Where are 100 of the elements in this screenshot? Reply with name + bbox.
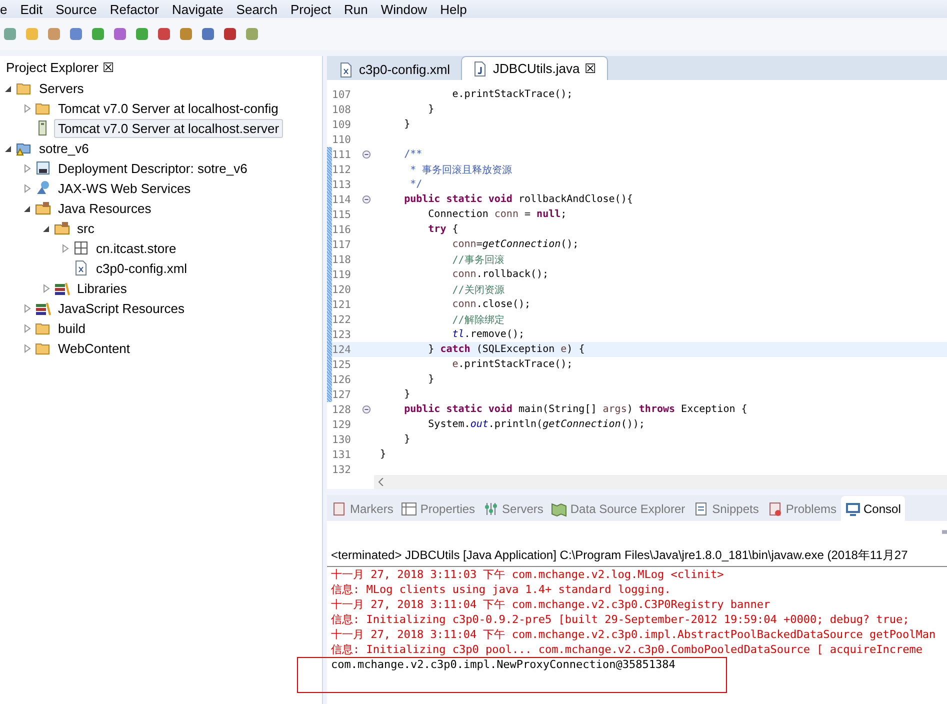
code-line: }	[403, 119, 410, 130]
code-line: tl.remove();	[451, 329, 525, 340]
expanded-arrow-icon[interactable]	[4, 144, 13, 152]
toolbar-tool-icon[interactable]	[134, 26, 150, 42]
menu-item[interactable]: Navigate	[164, 2, 230, 16]
problems-icon	[766, 500, 783, 516]
toolbar-tool-icon[interactable]	[244, 26, 260, 42]
horizontal-scrollbar[interactable]	[374, 475, 947, 489]
tab-label[interactable]: Consol	[864, 502, 901, 516]
tab-label[interactable]: Properties	[420, 502, 476, 516]
toolbar-tool-icon[interactable]	[200, 26, 216, 42]
line-number: 132	[332, 464, 352, 475]
menu-item[interactable]: Source	[48, 2, 103, 16]
line-number: 128	[332, 404, 352, 416]
code-line: /**	[403, 149, 422, 160]
menu-item[interactable]: Edit	[13, 2, 49, 16]
toolbar-tool-icon[interactable]	[156, 26, 172, 42]
tree-item[interactable]: c3p0-config.xml	[92, 258, 192, 278]
java-file-icon	[472, 60, 488, 76]
menu-item[interactable]: e	[0, 2, 14, 16]
code-line: */	[409, 179, 422, 190]
view-tab[interactable]: Problems	[762, 496, 841, 521]
editor-tab[interactable]: JDBCUtils.java ☒	[461, 56, 608, 80]
menu-item[interactable]: Run	[336, 2, 374, 16]
tab-label[interactable]: Servers	[502, 502, 544, 516]
line-number: 118	[332, 254, 352, 266]
tree-item[interactable]: cn.itcast.store	[92, 238, 180, 258]
line-number: 114	[332, 194, 352, 206]
tree-item[interactable]: WebContent	[54, 338, 134, 358]
menu-item[interactable]: Search	[229, 2, 284, 16]
tree-item[interactable]: JavaScript Resources	[54, 298, 188, 318]
code-line: //解除绑定	[451, 314, 504, 326]
code-line: }	[403, 389, 410, 400]
collapsed-arrow-icon[interactable]	[23, 324, 32, 332]
view-tab[interactable]: Data Source Explorer	[547, 496, 690, 521]
tree-item[interactable]: Java Resources	[54, 198, 156, 218]
tree-item[interactable]: Servers	[35, 78, 88, 98]
servers-icon	[483, 500, 500, 516]
console-line: 十一月 27, 2018 3:11:04 下午 com.mchange.v2.c3p0.impl.AbstractPoolBackedDataSource getPoolMan	[330, 627, 937, 642]
tree-item[interactable]: sotre_v6	[35, 138, 93, 158]
view-tab[interactable]: Servers	[479, 496, 548, 521]
tree-item[interactable]: Deployment Descriptor: sotre_v6	[54, 158, 252, 178]
menu-item[interactable]: Refactor	[102, 2, 165, 16]
tab-label[interactable]: JDBCUtils.java	[493, 61, 580, 76]
expanded-arrow-icon[interactable]	[4, 84, 13, 92]
editor-tab[interactable]: c3p0-config.xml	[327, 58, 462, 80]
toolbar-tool-icon[interactable]	[112, 26, 128, 42]
fold-icon[interactable]	[362, 405, 371, 414]
view-tab[interactable]: Snippets	[689, 496, 763, 521]
tab-label[interactable]: Problems	[786, 502, 837, 516]
line-number: 125	[332, 358, 352, 370]
toolbar-tool-icon[interactable]	[178, 26, 194, 42]
close-icon[interactable]: ☒	[102, 60, 114, 74]
menu-item[interactable]: Help	[433, 2, 473, 16]
expanded-arrow-icon[interactable]	[23, 204, 32, 212]
code-line: Connection conn = null;	[427, 209, 567, 220]
menu-item[interactable]: Window	[374, 2, 434, 16]
code-line: public static void rollbackAndClose(){	[403, 194, 633, 205]
toolbar-tool-icon[interactable]	[46, 26, 62, 42]
view-tab[interactable]: Consol	[840, 496, 905, 521]
collapsed-arrow-icon[interactable]	[23, 184, 32, 192]
toolbar-tool-icon[interactable]	[90, 26, 106, 42]
console-line: com.mchange.v2.c3p0.impl.NewProxyConnection@35851384	[330, 657, 676, 672]
collapsed-arrow-icon[interactable]	[23, 164, 32, 172]
line-number: 126	[332, 374, 352, 386]
tab-label[interactable]: Data Source Explorer	[570, 502, 686, 516]
collapsed-arrow-icon[interactable]	[42, 284, 51, 292]
tree-item[interactable]: Tomcat v7.0 Server at localhost-config	[54, 98, 282, 118]
collapsed-arrow-icon[interactable]	[23, 344, 32, 352]
code-line: try {	[427, 224, 458, 235]
tab-label[interactable]: c3p0-config.xml	[359, 62, 450, 77]
view-tab[interactable]: Properties	[397, 496, 480, 521]
toolbar-tool-icon[interactable]	[68, 26, 84, 42]
menu-item[interactable]: Project	[284, 2, 337, 16]
console-line: 十一月 27, 2018 3:11:03 下午 com.mchange.v2.log.MLog <clinit>	[330, 567, 725, 582]
tree-item[interactable]: Libraries	[73, 278, 131, 298]
fold-icon[interactable]	[362, 195, 371, 204]
expanded-arrow-icon[interactable]	[42, 224, 51, 232]
map-icon	[551, 500, 568, 516]
tree-item[interactable]: Tomcat v7.0 Server at localhost.server	[54, 118, 284, 138]
view-tab[interactable]: Markers	[327, 496, 398, 521]
scroll-left-icon[interactable]	[378, 478, 384, 486]
collapsed-arrow-icon[interactable]	[23, 304, 32, 312]
tab-label[interactable]: Snippets	[712, 502, 759, 516]
tree-item[interactable]: build	[54, 318, 90, 338]
code-line: //关闭资源	[451, 284, 504, 296]
toolbar-tool-icon[interactable]	[222, 26, 238, 42]
collapsed-arrow-icon[interactable]	[61, 244, 70, 252]
line-number: 107	[332, 88, 352, 100]
line-number: 113	[332, 178, 352, 190]
snippets-icon	[693, 500, 710, 516]
collapsed-arrow-icon[interactable]	[23, 104, 32, 112]
toolbar-tool-icon[interactable]	[2, 26, 18, 42]
close-icon[interactable]: ☒	[584, 61, 597, 76]
tree-item[interactable]: JAX-WS Web Services	[54, 178, 195, 198]
tab-label[interactable]: Markers	[350, 502, 394, 516]
tree-item[interactable]: src	[73, 218, 98, 238]
line-number: 117	[332, 238, 352, 250]
library-books-icon	[54, 280, 70, 296]
fold-icon[interactable]	[362, 150, 371, 159]
